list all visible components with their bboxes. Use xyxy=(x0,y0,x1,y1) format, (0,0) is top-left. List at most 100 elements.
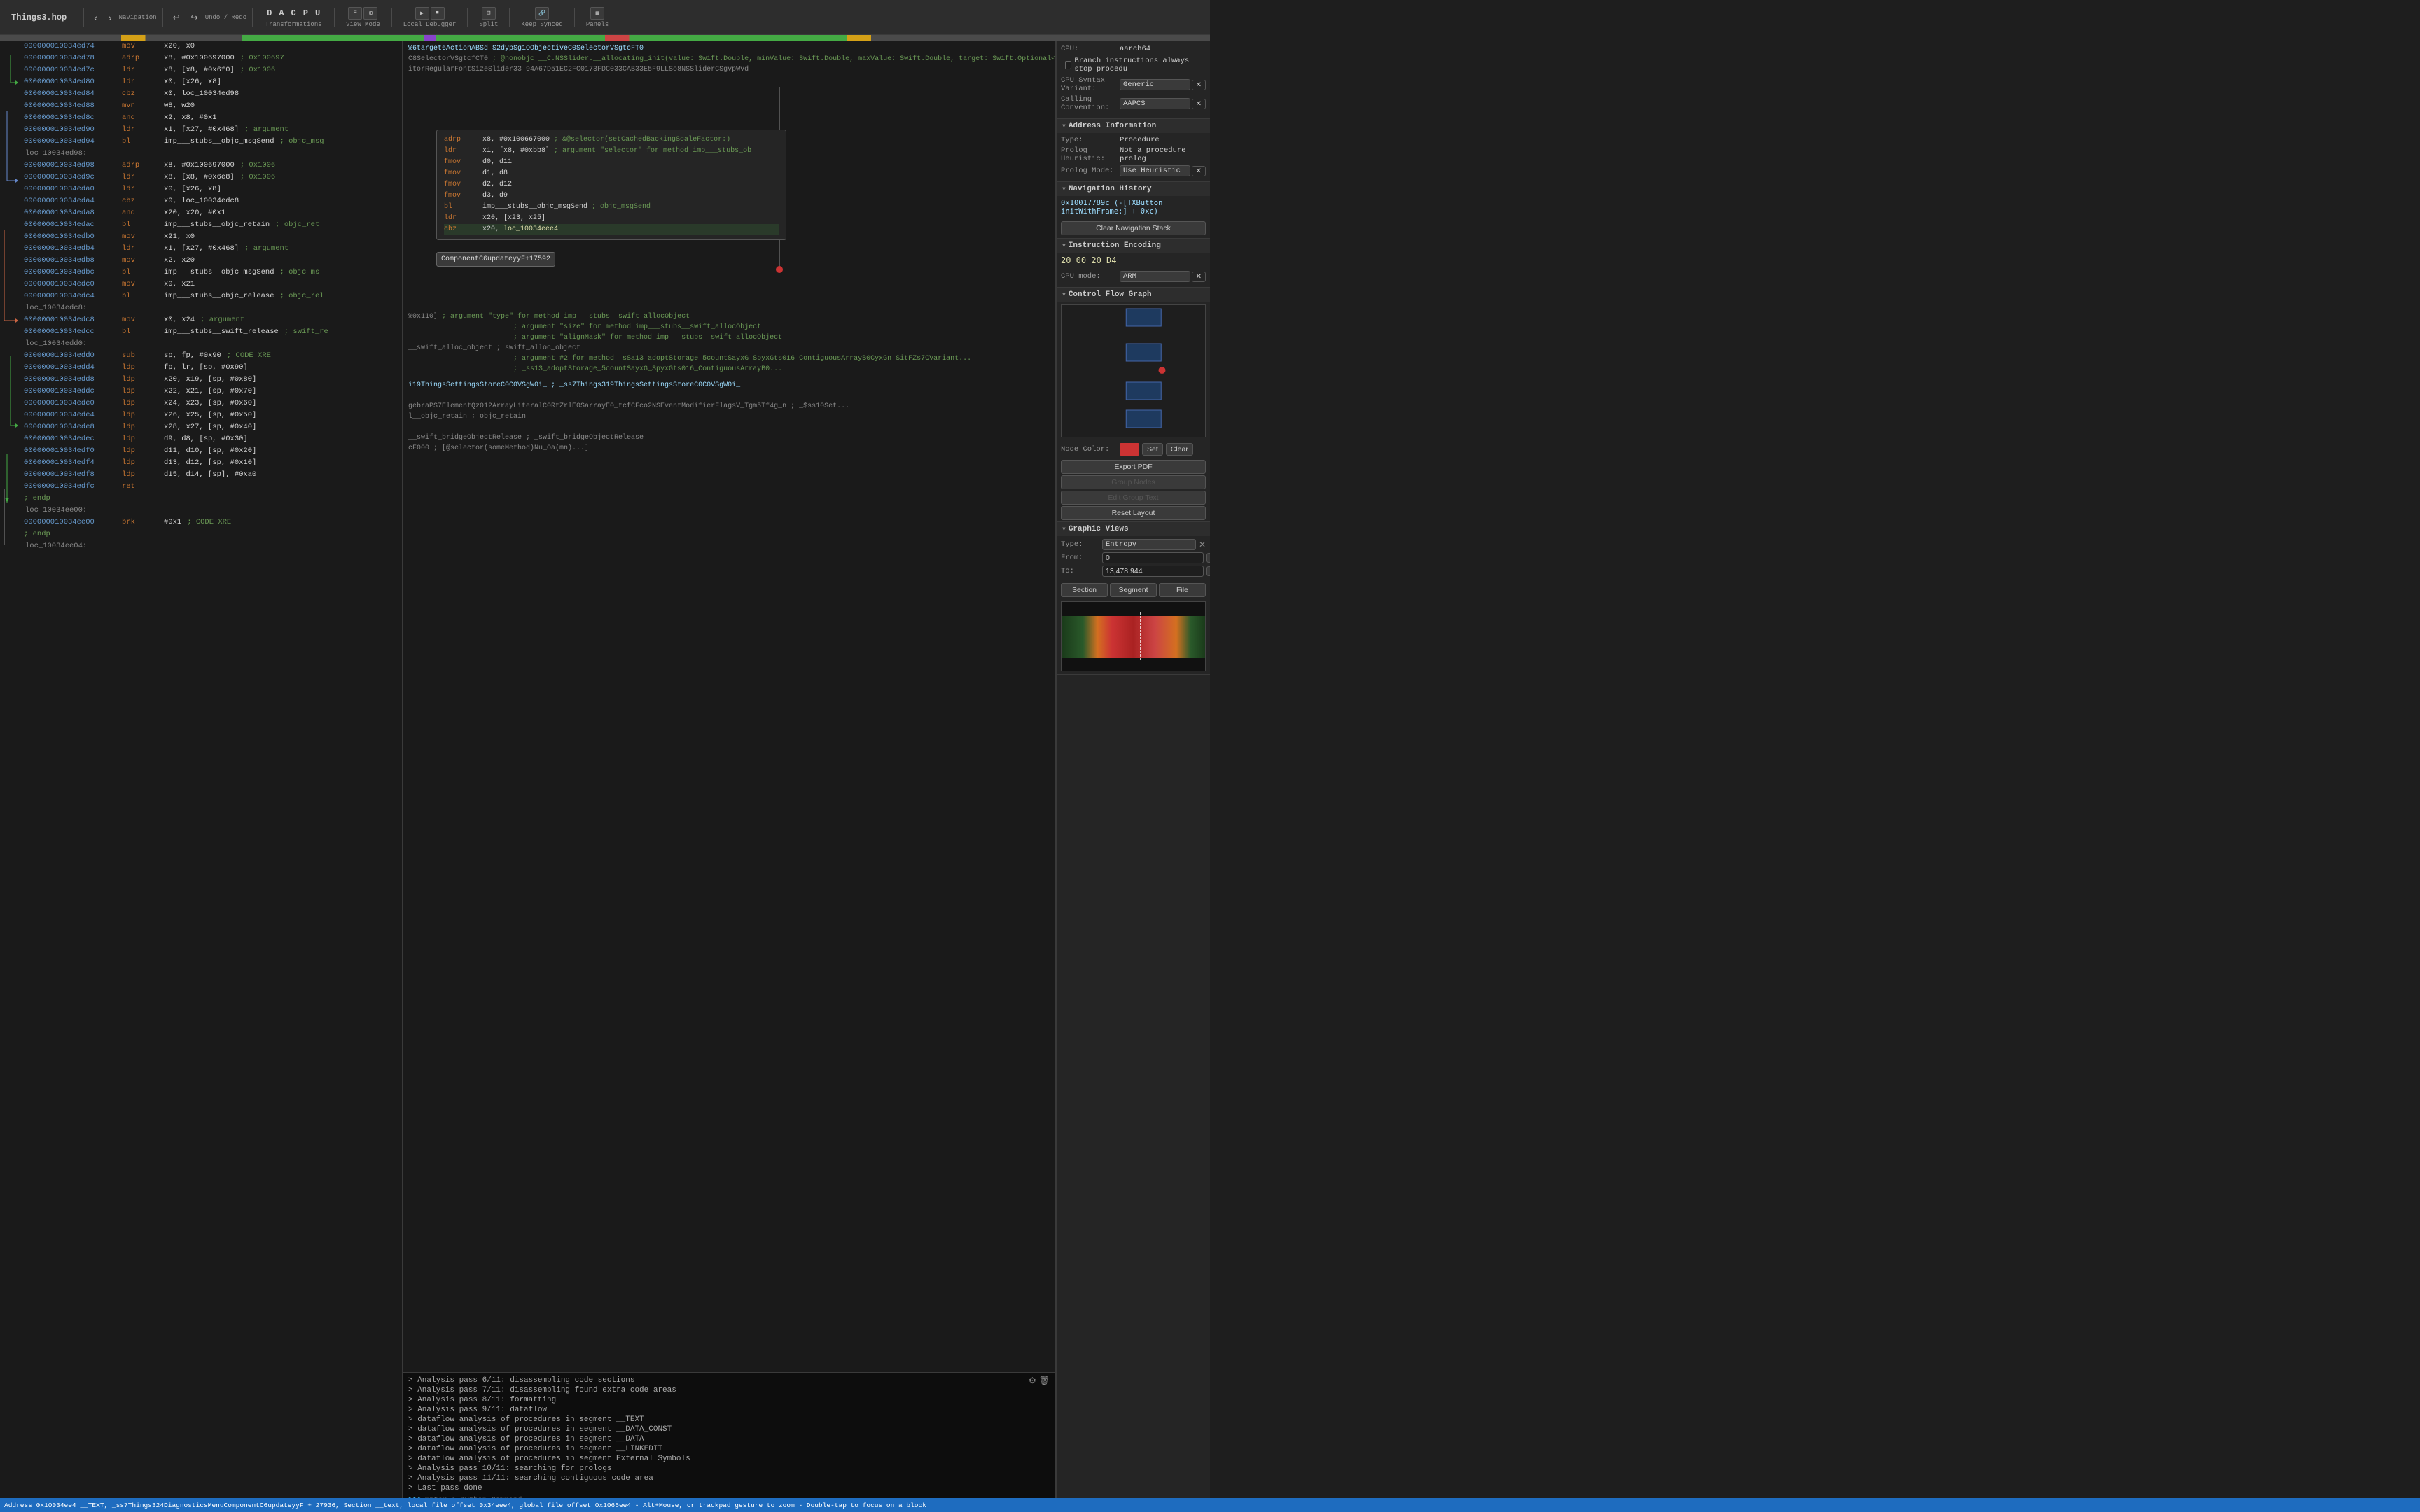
asm-line[interactable]: 000000010034edac bl imp___stubs__objc_re… xyxy=(21,219,402,231)
middle-scroll[interactable]: %6target6ActionABSd_S2dypSg1OObjectiveC0… xyxy=(403,41,1055,1372)
transformations-group[interactable]: D A C P U Transformations xyxy=(258,4,328,31)
asm-line[interactable]: 000000010034eda4 cbz x0, loc_10034edc8 xyxy=(21,195,402,207)
asm-line[interactable]: 000000010034ed78 adrp x8, #0x100697000; … xyxy=(21,52,402,64)
node-color-label: Node Color: xyxy=(1061,445,1117,454)
asm-line[interactable]: 000000010034ee00 brk #0x1; CODE XRE xyxy=(21,517,402,528)
split-icon: ⊟ xyxy=(482,7,496,20)
asm-line[interactable]: 000000010034edd0 sub sp, fp, #0x90; CODE… xyxy=(21,350,402,362)
asm-line[interactable]: 000000010034ede0 ldp x24, x23, [sp, #0x6… xyxy=(21,398,402,410)
keep-synced-label: Keep Synced xyxy=(521,21,562,28)
asm-line[interactable]: 000000010034ed84 cbz x0, loc_10034ed98 xyxy=(21,88,402,100)
asm-line[interactable]: 000000010034edf4 ldp d13, d12, [sp, #0x1… xyxy=(21,457,402,469)
gv-file-button[interactable]: File xyxy=(1159,583,1206,597)
instruction-encoding-header[interactable]: ▼ Instruction Encoding xyxy=(1057,239,1210,253)
asm-line[interactable]: 000000010034edd8 ldp x20, x19, [sp, #0x8… xyxy=(21,374,402,386)
nav-history-header[interactable]: ▼ Navigation History xyxy=(1057,182,1210,196)
asm-line[interactable]: 000000010034ed8c and x2, x8, #0x1 xyxy=(21,112,402,124)
terminal-line: > dataflow analysis of procedures in seg… xyxy=(408,1424,1050,1434)
undo-button[interactable]: ↩ xyxy=(169,10,184,25)
main-layout: 000000010034ed74 mov x20, x0 00000001003… xyxy=(0,41,1210,1512)
gv-from-input[interactable] xyxy=(1102,552,1204,564)
cpu-mode-select[interactable]: ARM xyxy=(1120,271,1190,282)
status-text: Address 0x10034ee4 __TEXT, _ss7Things324… xyxy=(4,1502,926,1509)
nav-forward-button[interactable]: › xyxy=(104,9,116,26)
redo-button[interactable]: ↪ xyxy=(187,10,202,25)
asm-line[interactable]: 000000010034ed74 mov x20, x0 xyxy=(21,41,402,52)
clear-color-button[interactable]: Clear xyxy=(1166,443,1193,456)
asm-line[interactable]: 000000010034edc8 mov x0, x24; argument xyxy=(21,314,402,326)
branch-checkbox[interactable] xyxy=(1065,61,1071,69)
gv-type-select[interactable]: Entropy xyxy=(1102,539,1196,550)
calling-clear-btn[interactable]: ✕ xyxy=(1192,99,1206,109)
local-debugger-label: Local Debugger xyxy=(403,21,457,28)
edit-group-text-button[interactable]: Edit Group Text xyxy=(1061,491,1206,505)
terminal-area: ⚙ 🗑 > Analysis pass 6/11: disassembling … xyxy=(403,1372,1055,1512)
asm-line[interactable]: 000000010034eda0 ldr x0, [x26, x8] xyxy=(21,183,402,195)
syntax-select[interactable]: Generic xyxy=(1120,79,1190,90)
asm-line[interactable]: 000000010034edc4 bl imp___stubs__objc_re… xyxy=(21,290,402,302)
cfg-header[interactable]: ▼ Control Flow Graph xyxy=(1057,288,1210,302)
asm-line[interactable]: 000000010034ed9c ldr x8, [x8, #0x6e8]; 0… xyxy=(21,172,402,183)
asm-line[interactable]: 000000010034ed88 mvn w8, w20 xyxy=(21,100,402,112)
keep-synced-group[interactable]: 🔗 Keep Synced xyxy=(515,4,568,31)
asm-line[interactable]: 000000010034ed94 bl imp___stubs__objc_ms… xyxy=(21,136,402,148)
terminal-settings-button[interactable]: ⚙ xyxy=(1029,1376,1036,1385)
entropy-svg xyxy=(1062,602,1205,671)
gv-to-label: To: xyxy=(1061,567,1099,575)
view-mode-group[interactable]: ≡ ⊞ View Mode xyxy=(340,4,386,31)
asm-line[interactable]: 000000010034ed80 ldr x0, [x26, x8] xyxy=(21,76,402,88)
gv-from-cur-pos-button[interactable]: Cur. Pos. xyxy=(1206,553,1210,563)
asm-line[interactable]: 000000010034edf0 ldp d11, d10, [sp, #0x2… xyxy=(21,445,402,457)
node-color-swatch[interactable] xyxy=(1120,443,1139,456)
gv-segment-button[interactable]: Segment xyxy=(1110,583,1157,597)
cfg-canvas[interactable] xyxy=(1061,304,1206,438)
asm-line[interactable]: 000000010034ed7c ldr x8, [x8, #0x6f0]; 0… xyxy=(21,64,402,76)
terminal-clear-button[interactable]: 🗑 xyxy=(1039,1376,1050,1385)
export-pdf-button[interactable]: Export PDF xyxy=(1061,460,1206,474)
panels-group[interactable]: ▦ Panels xyxy=(580,4,614,31)
asm-line[interactable]: 000000010034edfc ret xyxy=(21,481,402,493)
calling-select[interactable]: AAPCS xyxy=(1120,98,1190,109)
left-assembly-panel[interactable]: 000000010034ed74 mov x20, x0 00000001003… xyxy=(0,41,403,1512)
graphic-views-header[interactable]: ▼ Graphic Views xyxy=(1057,522,1210,536)
group-nodes-button[interactable]: Group Nodes xyxy=(1061,475,1206,489)
split-label: Split xyxy=(479,21,498,28)
cpu-mode-clear-btn[interactable]: ✕ xyxy=(1192,272,1206,282)
asm-line[interactable]: 000000010034eda8 and x20, x20, #0x1 xyxy=(21,207,402,219)
asm-line[interactable]: 000000010034eddc ldp x22, x21, [sp, #0x7… xyxy=(21,386,402,398)
asm-line[interactable]: 000000010034ed90 ldr x1, [x27, #0x468]; … xyxy=(21,124,402,136)
gv-triangle: ▼ xyxy=(1062,526,1066,533)
gv-to-cur-pos-button[interactable]: Cur. Pos. xyxy=(1206,566,1210,576)
entropy-graphic[interactable] xyxy=(1061,601,1206,671)
prolog-mode-select[interactable]: Use Heuristic xyxy=(1120,165,1190,176)
sep8 xyxy=(574,8,575,27)
nav-back-button[interactable]: ‹ xyxy=(90,9,102,26)
set-color-button[interactable]: Set xyxy=(1142,443,1163,456)
local-debugger-group[interactable]: ▶ ⏹ Local Debugger xyxy=(398,4,462,31)
address-section-header[interactable]: ▼ Address Information xyxy=(1057,119,1210,133)
asm-line[interactable]: 000000010034edbc bl imp___stubs__objc_ms… xyxy=(21,267,402,279)
gv-section-button[interactable]: Section xyxy=(1061,583,1108,597)
split-group[interactable]: ⊟ Split xyxy=(473,4,503,31)
type-label: Type: xyxy=(1061,136,1117,144)
asm-line[interactable]: 000000010034edb8 mov x2, x20 xyxy=(21,255,402,267)
asm-line[interactable]: 000000010034ed98 adrp x8, #0x100697000; … xyxy=(21,160,402,172)
asm-line[interactable]: 000000010034edf8 ldp d15, d14, [sp], #0x… xyxy=(21,469,402,481)
asm-line[interactable]: 000000010034ede8 ldp x28, x27, [sp, #0x4… xyxy=(21,421,402,433)
syntax-clear-btn[interactable]: ✕ xyxy=(1192,80,1206,90)
gv-type-clear-btn[interactable]: ✕ xyxy=(1199,540,1206,550)
prolog-mode-clear-btn[interactable]: ✕ xyxy=(1192,166,1206,176)
asm-line[interactable]: 000000010034edb4 ldr x1, [x27, #0x468]; … xyxy=(21,243,402,255)
prolog-mode-label: Prolog Mode: xyxy=(1061,167,1117,175)
asm-line[interactable]: 000000010034edcc bl imp___stubs__swift_r… xyxy=(21,326,402,338)
gv-to-input[interactable] xyxy=(1102,566,1204,577)
asm-line[interactable]: 000000010034edec ldp d9, d8, [sp, #0x30] xyxy=(21,433,402,445)
asm-line[interactable]: 000000010034edc0 mov x0, x21 xyxy=(21,279,402,290)
asm-line[interactable]: 000000010034edb0 mov x21, x0 xyxy=(21,231,402,243)
syntax-label: CPU Syntax Variant: xyxy=(1061,76,1117,93)
undo-redo-label: Undo / Redo xyxy=(205,14,246,21)
asm-line[interactable]: 000000010034edd4 ldp fp, lr, [sp, #0x90] xyxy=(21,362,402,374)
clear-nav-stack-button[interactable]: Clear Navigation Stack xyxy=(1061,221,1206,235)
asm-line[interactable]: 000000010034ede4 ldp x26, x25, [sp, #0x5… xyxy=(21,410,402,421)
reset-layout-button[interactable]: Reset Layout xyxy=(1061,506,1206,520)
